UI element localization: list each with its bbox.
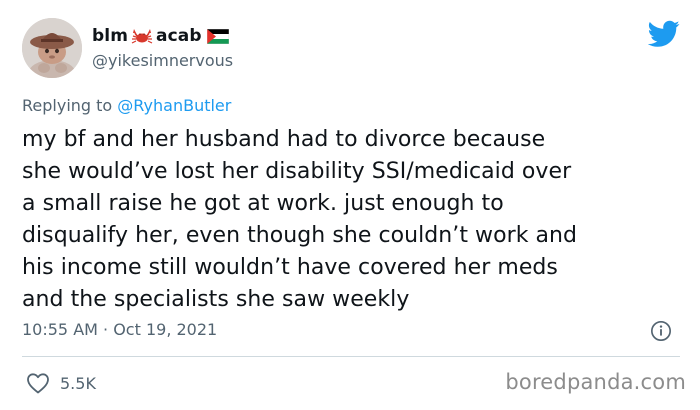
replying-mention-link[interactable]: @RyhanButler: [117, 96, 231, 115]
user-names: blm acab @yikesimnervous: [92, 24, 233, 70]
crab-emoji-icon: [131, 29, 153, 44]
tweet-header: blm acab @yikesimnervous: [22, 18, 680, 82]
user-handle[interactable]: @yikesimnervous: [92, 51, 233, 70]
tweet-text: my bf and her husband had to divorce bec…: [22, 127, 578, 312]
watermark: boredpanda.com: [505, 370, 686, 394]
display-name-part2[interactable]: acab: [156, 26, 202, 46]
like-button[interactable]: 5.5K: [26, 372, 96, 394]
replying-prefix: Replying to: [22, 96, 113, 115]
heart-icon: [27, 373, 49, 394]
palestine-flag-icon: [206, 28, 229, 44]
replying-to: Replying to @RyhanButler: [22, 96, 231, 115]
display-name-part1[interactable]: blm: [92, 26, 128, 46]
avatar-image: [22, 18, 82, 78]
twitter-bird-icon[interactable]: [648, 20, 680, 48]
avatar[interactable]: [22, 18, 82, 78]
tweet-card: blm acab @yikesimnervous Replying to @Ry…: [0, 0, 700, 410]
info-icon[interactable]: [650, 320, 672, 342]
divider: [22, 356, 680, 357]
display-name-row[interactable]: blm acab: [92, 24, 233, 48]
tweet-timestamp[interactable]: 10:55 AM · Oct 19, 2021: [22, 320, 217, 339]
likes-count: 5.5K: [60, 373, 96, 393]
